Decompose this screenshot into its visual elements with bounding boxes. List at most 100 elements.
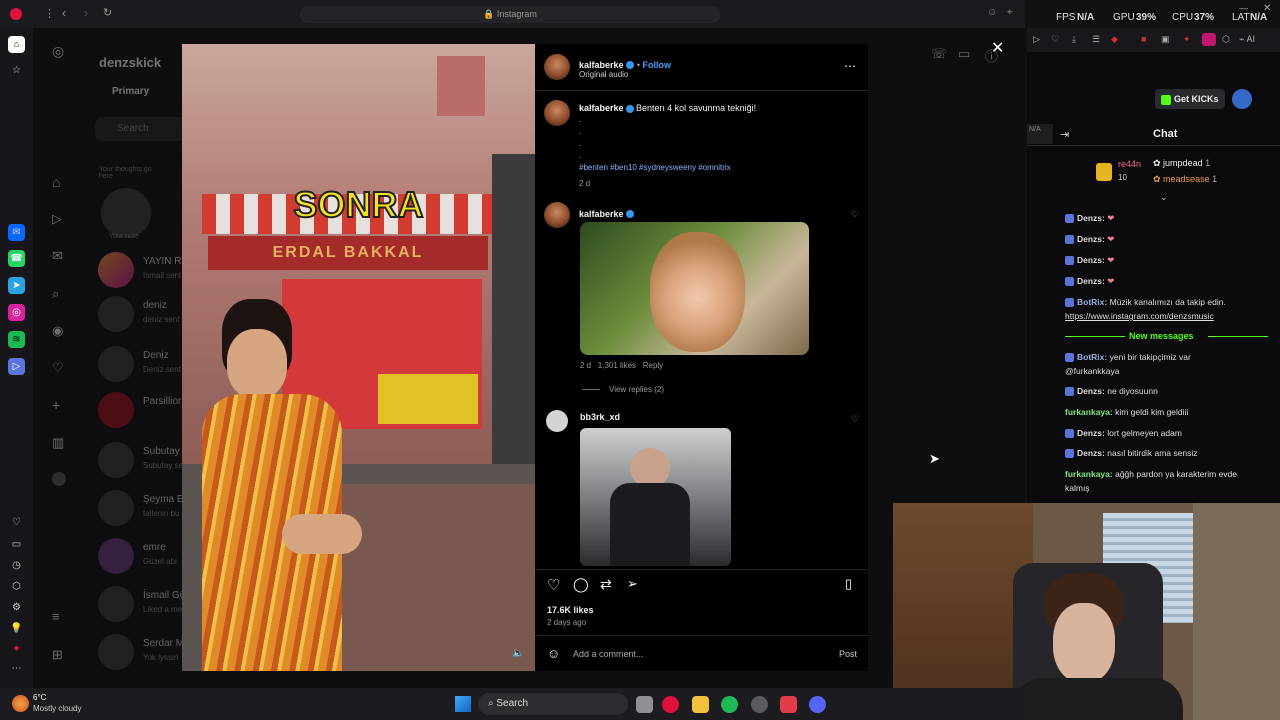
like-icon[interactable]: ♡ xyxy=(547,576,560,594)
ig-search-icon[interactable]: ⌕ xyxy=(52,286,59,302)
settings-icon[interactable]: ⚙ xyxy=(8,599,25,616)
dm-row[interactable]: Deniz Deniz sent xyxy=(98,346,188,386)
user-avatar[interactable] xyxy=(1232,89,1252,109)
messenger-icon[interactable]: ✉ xyxy=(8,224,25,241)
commenter-avatar[interactable] xyxy=(546,410,568,432)
dm-row[interactable]: YAYIN RE İsmail sent xyxy=(98,252,188,292)
ig-menu-icon[interactable]: ≡ xyxy=(52,609,60,624)
message-rail-icon[interactable]: ▭ xyxy=(8,536,25,553)
chat-user[interactable]: Denzs: xyxy=(1077,386,1105,396)
dm-row[interactable]: Serdar M Yok lyssin xyxy=(98,634,188,674)
instagram-logo-icon[interactable]: ◎ xyxy=(52,43,64,60)
dm-row[interactable]: İsmail Gü Liked a me xyxy=(98,586,188,626)
dm-row[interactable]: Subutay Subutay se xyxy=(98,442,188,482)
comment-image[interactable] xyxy=(580,222,809,355)
telegram-icon[interactable]: ➤ xyxy=(8,277,25,294)
spotify-icon[interactable]: ≋ xyxy=(8,331,25,348)
spotify-taskbar-icon[interactable] xyxy=(721,696,738,713)
explorer-icon[interactable] xyxy=(692,696,709,713)
dm-row[interactable]: Parsillior xyxy=(98,392,188,432)
chat-link[interactable]: https://www.instagram.com/denzsmusic xyxy=(1065,311,1214,321)
opera-logo-icon[interactable] xyxy=(10,8,22,20)
get-kicks-button[interactable]: Get KICKs xyxy=(1155,89,1225,109)
author-avatar[interactable] xyxy=(544,54,570,80)
taskbar-search[interactable]: ⌕ Search xyxy=(478,693,628,715)
post-button[interactable]: Post xyxy=(839,649,857,659)
download-icon[interactable]: ⤓ xyxy=(1072,34,1076,45)
call-icon[interactable]: ☏ xyxy=(931,46,947,62)
extension-icon[interactable]: ☺ xyxy=(987,7,997,18)
ig-create-icon[interactable]: + xyxy=(52,397,60,413)
emoji-icon[interactable]: ☺ xyxy=(547,646,560,661)
extension-box-icon[interactable]: ▣ xyxy=(1161,34,1170,45)
note-avatar[interactable] xyxy=(101,188,151,238)
reply-link[interactable]: Reply xyxy=(643,361,663,370)
chat-user[interactable]: furkankaya: xyxy=(1065,407,1113,417)
ig-search-input[interactable]: Search xyxy=(95,117,195,141)
collapse-chat-icon[interactable]: ⇥ xyxy=(1060,128,1069,141)
chat-user[interactable]: furkankaya: xyxy=(1065,469,1113,479)
expand-leaderboard-icon[interactable]: ⌄ xyxy=(1160,192,1168,203)
save-icon[interactable]: ▯ xyxy=(845,576,852,592)
options-icon[interactable]: ⋯ xyxy=(844,59,856,73)
reload-icon[interactable]: ↻ xyxy=(103,6,112,19)
heart-icon[interactable]: ♡ xyxy=(1051,34,1059,45)
chat-user[interactable]: Denzs: xyxy=(1077,276,1105,286)
dm-row[interactable]: emre Güzel abi xyxy=(98,538,188,578)
box-icon[interactable]: ⬡ xyxy=(8,578,25,595)
video-call-icon[interactable]: ▭ xyxy=(958,46,970,62)
tab-primary[interactable]: Primary xyxy=(112,86,149,97)
list-icon[interactable]: ☰ xyxy=(1092,34,1100,45)
whatsapp-icon[interactable]: ☎ xyxy=(8,250,25,267)
close-modal-icon[interactable]: ✕ xyxy=(991,38,1004,58)
opera-small-icon[interactable]: ● xyxy=(8,640,25,657)
ig-profile-icon[interactable] xyxy=(52,472,66,486)
follow-button[interactable]: Follow xyxy=(643,60,672,70)
chat-user[interactable]: Denzs: xyxy=(1077,428,1105,438)
comment-like-icon[interactable]: ♡ xyxy=(851,209,859,220)
second-user[interactable]: ✿ jumpdead 1 xyxy=(1153,158,1210,169)
ig-stats-icon[interactable]: ▥ xyxy=(52,435,64,451)
extension-pink-icon[interactable] xyxy=(1202,33,1216,46)
caption-avatar[interactable] xyxy=(544,100,570,126)
ig-messages-icon[interactable]: ✉ xyxy=(52,248,63,264)
red-app-icon[interactable] xyxy=(780,696,797,713)
pin-icon[interactable]: ⌖ xyxy=(1007,7,1013,18)
extension-red-icon[interactable]: ■ xyxy=(1141,34,1146,44)
ig-reels-icon[interactable]: ▷ xyxy=(52,211,62,227)
close-window-icon[interactable]: ✕ xyxy=(1263,3,1271,14)
mute-icon[interactable]: 🔈 xyxy=(512,648,524,659)
comment-icon[interactable]: ◯ xyxy=(573,576,589,593)
ig-account-name[interactable]: denzskick xyxy=(99,55,161,70)
temperature[interactable]: 6°C xyxy=(33,693,46,702)
share-icon[interactable]: ➢ xyxy=(627,576,638,592)
home-icon[interactable]: ⌂ xyxy=(8,36,25,53)
app-taskbar-icon[interactable] xyxy=(751,696,768,713)
audio-label[interactable]: Original audio xyxy=(579,70,628,79)
comment-likes[interactable]: 1,301 likes xyxy=(598,361,636,370)
dm-row[interactable]: Şeyma Er tallenin bu xyxy=(98,490,188,530)
first-user[interactable]: re44n xyxy=(1118,159,1141,169)
star-icon[interactable]: ☆ xyxy=(8,62,25,79)
opera-taskbar-icon[interactable] xyxy=(662,696,679,713)
reel-video[interactable]: ERDAL BAKKAL SONRA 🔈 xyxy=(182,44,535,671)
comment-input[interactable]: Add a comment... xyxy=(573,649,644,659)
chat-user[interactable]: Denzs: xyxy=(1077,234,1105,244)
comment-avatar[interactable] xyxy=(544,202,570,228)
task-view-icon[interactable] xyxy=(636,696,653,713)
comment-like-icon[interactable]: ♡ xyxy=(851,414,859,425)
ai-label[interactable]: ⌁ AI xyxy=(1239,34,1255,45)
hashtags[interactable]: #benten #ben10 #sydneysweeny #omnitrix xyxy=(579,163,731,172)
likes-count[interactable]: 17.6K likes xyxy=(547,605,594,615)
ig-home-icon[interactable]: ⌂ xyxy=(52,174,60,190)
third-user[interactable]: ✿ meadsease 1 xyxy=(1153,174,1217,185)
weather-icon[interactable] xyxy=(12,695,29,712)
ig-explore-icon[interactable]: ◉ xyxy=(52,323,63,339)
address-bar[interactable]: 🔒 Instagram xyxy=(300,6,720,23)
minimize-icon[interactable]: — xyxy=(1239,3,1248,13)
weather-text[interactable]: Mostly cloudy xyxy=(33,704,81,713)
author-handle[interactable]: kalfaberke xyxy=(579,60,624,70)
extension-bolt-icon[interactable]: ✦ xyxy=(1183,34,1191,45)
windows-start-icon[interactable] xyxy=(455,696,471,712)
heart-rail-icon[interactable]: ♡ xyxy=(8,514,25,531)
